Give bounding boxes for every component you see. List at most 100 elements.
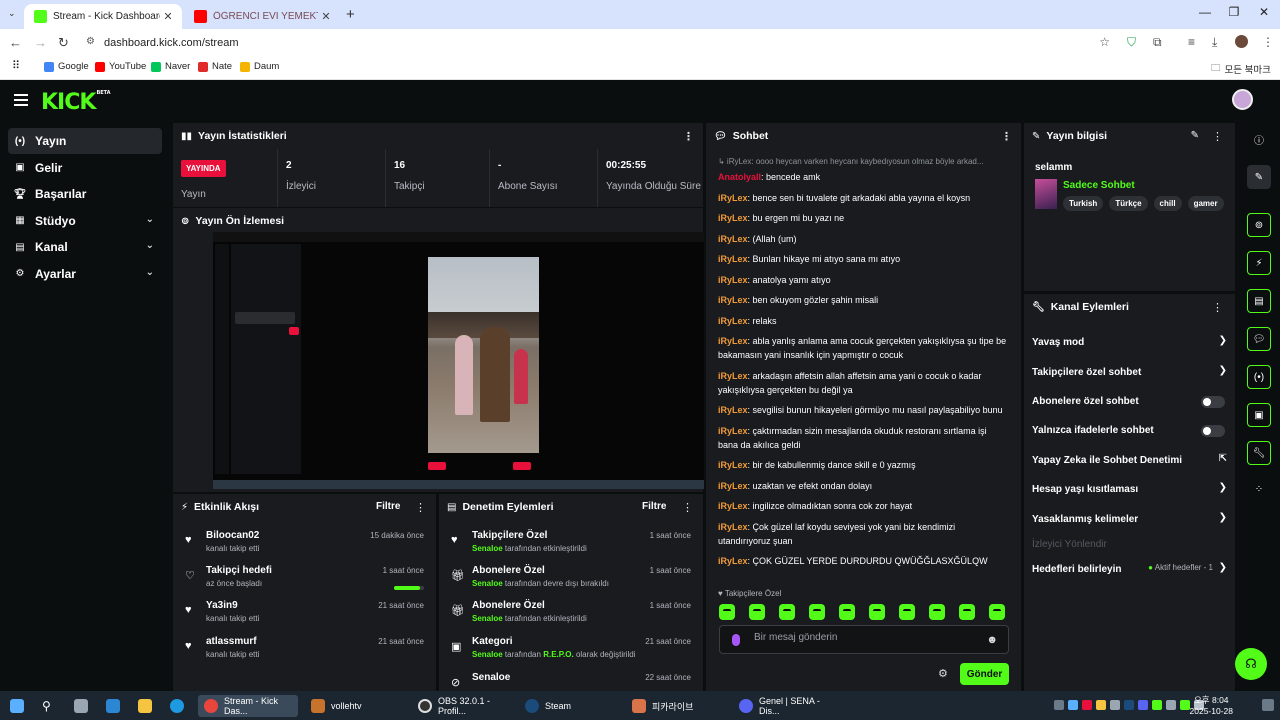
sidebar-item-gelir[interactable]: ▣ Gelir [8,155,162,181]
taskbar-discord[interactable]: Genel | SENA - Dis... [733,695,837,717]
action-slow-mode[interactable]: Yavaş mod ❯ [1032,332,1227,352]
chat-username[interactable]: iRyLex [718,501,748,511]
tray-icon[interactable] [1082,700,1092,710]
emote-icon[interactable] [929,604,945,620]
category-link[interactable]: Sadece Sohbet [1063,180,1135,191]
chat-icon[interactable]: 💬︎ [1247,327,1271,351]
minimize-icon[interactable]: — [1190,5,1220,19]
emote-icon[interactable] [899,604,915,620]
chat-settings-icon[interactable]: ⚙ [938,667,948,680]
support-headset-icon[interactable]: ☊ [1235,648,1267,680]
close-tab-icon[interactable]: ✕ [160,10,176,23]
emote-icon[interactable] [869,604,885,620]
chat-username[interactable]: iRyLex [718,481,748,491]
tab-search-icon[interactable]: ⌄ [8,8,16,19]
kick-tray-icon[interactable] [1180,700,1190,710]
chat-username[interactable]: iRyLex [718,371,748,381]
edit-icon[interactable]: ✎ [1191,130,1199,141]
panel-menu-icon[interactable]: ⋮ [1212,130,1223,143]
back-icon[interactable]: ← [9,35,22,50]
forward-icon[interactable]: → [34,35,47,50]
bookmark-nate[interactable]: Nate [198,61,232,72]
emote-icon[interactable] [959,604,975,620]
bookmark-star-icon[interactable]: ☆ [1099,35,1110,49]
action-ai-moderation[interactable]: Yapay Zeka ile Sohbet Denetimi ⇱ [1032,450,1227,470]
panel-menu-icon[interactable]: ⋮ [415,501,426,514]
panel-menu-icon[interactable]: ⋮ [1001,130,1012,143]
microphone-icon[interactable] [732,634,740,646]
chat-username[interactable]: iRyLex [718,316,748,326]
chat-username[interactable]: iRyLex [718,405,748,415]
chat-username[interactable]: iRyLex [718,275,748,285]
tray-icon[interactable] [1124,700,1134,710]
all-bookmarks[interactable]: 🗀 모든 북마크 [1211,61,1271,77]
activity-icon[interactable]: ⚡︎ [1247,251,1271,275]
bookmark-google[interactable]: Google [44,61,89,72]
emote-icon[interactable] [809,604,825,620]
restore-icon[interactable]: ❐ [1219,5,1249,19]
chat-username[interactable]: iRyLex [718,234,748,244]
emote-icon[interactable] [719,604,735,620]
emote-icon[interactable] [779,604,795,620]
action-banned-words[interactable]: Yasaklanmış kelimeler ❯ [1032,509,1227,529]
sidebar-item-studyo[interactable]: ▦ Stüdyo ⌄ [8,208,162,234]
chat-username[interactable]: iRyLex [718,295,748,305]
tag[interactable]: Turkish [1063,196,1104,211]
tray-icon[interactable] [1138,700,1148,710]
panel-menu-icon[interactable]: ⋮ [683,130,694,143]
activity-filter-button[interactable]: Filtre [376,501,400,512]
notification-icon[interactable] [1262,699,1274,711]
chat-username[interactable]: iRyLex [718,426,748,436]
chat-username[interactable]: iRyLex [718,556,748,566]
close-tab-icon[interactable]: ✕ [318,10,334,23]
sidebar-item-basarilar[interactable]: 🏆︎ Başarılar [8,181,162,207]
chat-username[interactable]: iRyLex [718,193,748,203]
apps-grid-icon[interactable]: ⠿ [12,59,20,72]
taskbar-obs[interactable]: OBS 32.0.1 - Profil... [412,695,518,717]
shield-extension-icon[interactable]: ⛉ [1127,35,1136,50]
tag[interactable]: Türkçe [1109,196,1148,211]
sidebar-item-yayin[interactable]: (•) Yayın [8,128,162,154]
url-field[interactable]: ⚙ dashboard.kick.com/stream ☆ [78,32,1118,54]
broadcast-icon[interactable]: (•) [1247,365,1271,389]
action-account-age[interactable]: Hesap yaşı kısıtlaması ❯ [1032,479,1227,499]
moderation-filter-button[interactable]: Filtre [642,501,666,512]
emote-icon[interactable] [749,604,765,620]
taskbar-pikalive[interactable]: 피카라이브 [626,695,726,717]
taskbar-steam[interactable]: Steam [519,695,619,717]
subscribers-only-toggle[interactable] [1201,396,1225,408]
tray-icon[interactable] [1054,700,1064,710]
taskbar-clock[interactable]: 오후 8:04 2025-10-28 [1190,695,1233,717]
extensions-icon[interactable]: ⧉ [1153,35,1162,50]
stream-info-icon[interactable]: ▣ [1247,403,1271,427]
chat-message-input[interactable] [754,632,974,643]
edit-stream-icon[interactable]: ✎ [1247,165,1271,189]
taskbar-app-icon[interactable] [100,695,126,717]
chat-username[interactable]: iRyLex [718,213,748,223]
tray-icon[interactable] [1152,700,1162,710]
send-button[interactable]: Gönder [960,663,1009,685]
bookmark-youtube[interactable]: YouTube [95,61,146,72]
close-window-icon[interactable]: ✕ [1249,5,1279,19]
tab-youtube[interactable]: ÖĞRENCİ EVİ YEMEKTEYİZ 3. B ✕ [184,4,340,29]
edge-icon[interactable] [164,695,190,717]
new-tab-icon[interactable]: + [346,6,355,23]
category-thumbnail[interactable] [1035,179,1057,209]
profile-avatar-icon[interactable] [1235,35,1248,48]
task-view-icon[interactable] [68,695,94,717]
menu-kebab-icon[interactable]: ⋮ [1262,35,1274,49]
taskbar-chrome-kick[interactable]: Stream - Kick Das... [198,695,298,717]
start-button[interactable] [4,695,30,717]
stream-preview-icon[interactable]: ⊚ [1247,213,1271,237]
moderation-icon[interactable]: ▤ [1247,289,1271,313]
wrench-icon[interactable]: 🔧︎ [1247,441,1271,465]
sidebar-item-kanal[interactable]: ▤ Kanal ⌄ [8,234,162,260]
site-info-icon[interactable]: ⚙ [86,36,95,47]
panel-menu-icon[interactable]: ⋮ [1212,301,1223,314]
info-icon[interactable]: ⓘ [1247,127,1271,151]
action-followers-only[interactable]: Takipçilere özel sohbet ❯ [1032,362,1227,382]
tray-icon[interactable] [1166,700,1176,710]
reading-list-icon[interactable]: ≡ [1188,35,1195,49]
emotes-only-toggle[interactable] [1201,425,1225,437]
download-icon[interactable]: ⤓ [1212,35,1217,50]
